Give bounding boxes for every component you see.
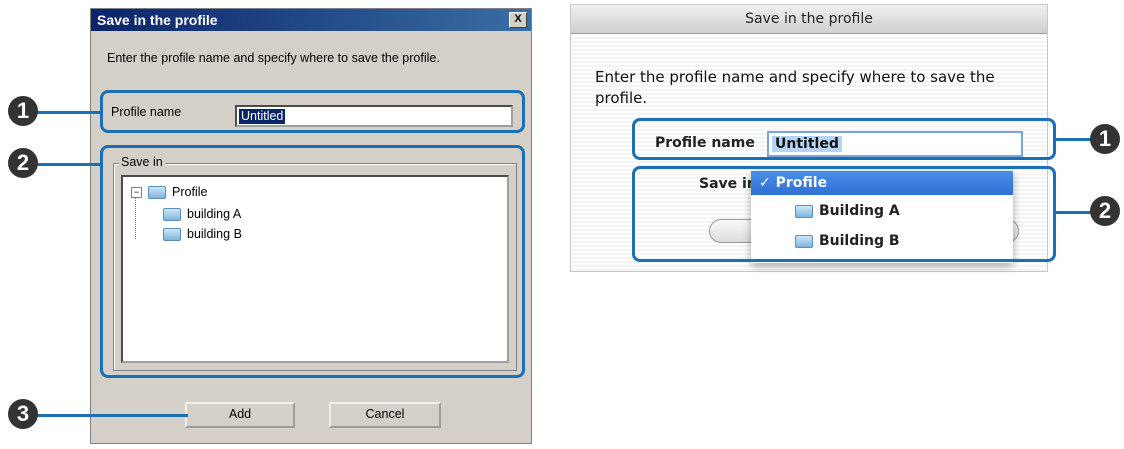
instruction-text: Enter the profile name and specify where… — [107, 51, 440, 65]
cancel-button[interactable]: Cancel — [329, 402, 441, 428]
callout-frame-profile-name — [632, 118, 1056, 160]
callout-leader — [36, 414, 188, 417]
callout-frame-profile-name — [100, 90, 525, 133]
instruction-text: Enter the profile name and specify where… — [595, 68, 995, 107]
close-icon[interactable]: X — [509, 12, 527, 28]
dialog-title: Save in the profile — [91, 9, 531, 31]
dialog-title: Save in the profile — [571, 5, 1047, 34]
callout-number-1: 1 — [1090, 124, 1120, 154]
callout-number-3: 3 — [8, 399, 38, 429]
callout-number-2: 2 — [8, 148, 38, 178]
callout-number-2: 2 — [1090, 196, 1120, 226]
callout-leader — [36, 111, 100, 114]
callout-number-1: 1 — [8, 96, 38, 126]
callout-frame-save-in — [632, 166, 1056, 262]
add-button[interactable]: Add — [185, 402, 295, 428]
callout-frame-save-in — [100, 145, 525, 378]
callout-leader — [36, 163, 100, 166]
